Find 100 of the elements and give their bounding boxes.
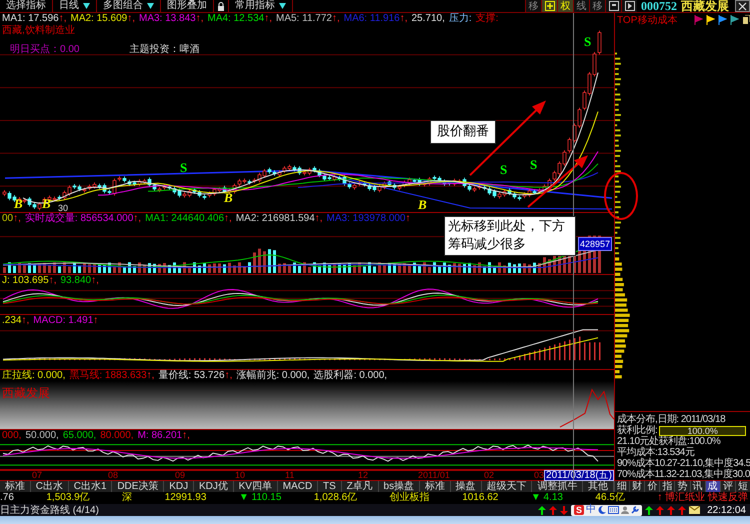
annotation-callout: 股价翻番: [430, 120, 496, 144]
meter-reading: 100.0%: [686, 426, 719, 434]
legend-value: MA1: 244640.406↑,: [145, 213, 232, 224]
axis-date-label: 2011/01: [418, 470, 450, 480]
indicator-tab[interactable]: MACD: [278, 481, 318, 492]
status-value: 深: [122, 492, 132, 504]
indicator-tab[interactable]: KDJ: [164, 481, 194, 492]
axis-date-label: 03: [534, 470, 544, 480]
indicator-tab[interactable]: 标准: [420, 481, 451, 492]
mail-icon[interactable]: [689, 506, 700, 514]
axis-date-label: 08: [108, 470, 118, 480]
legend-value: 000,: [2, 430, 22, 441]
legend-value: 压力:: [448, 13, 472, 24]
user-icon[interactable]: [621, 506, 630, 514]
sell-signal-marker: S: [530, 158, 538, 171]
legend-value: 00↑,: [2, 213, 21, 224]
theme-label: 主题投资：啤酒: [129, 42, 200, 56]
indicator-tab[interactable]: DDE决策: [112, 481, 164, 492]
legend-value: 93.840↑,: [60, 275, 99, 286]
stock-code: 000752: [640, 0, 678, 12]
panel-tab[interactable]: 价: [644, 481, 660, 492]
indicator-tab[interactable]: bs操盘: [378, 481, 420, 492]
axis-date-label: 10: [235, 470, 246, 480]
ime-mode[interactable]: 中: [586, 505, 596, 515]
toolbar-button[interactable]: 权: [557, 0, 573, 12]
moon-icon[interactable]: [598, 506, 606, 514]
legend-value: .234↑,: [2, 315, 30, 326]
close-icon: [738, 2, 747, 10]
wrench-icon[interactable]: [631, 506, 640, 514]
legend-value: 支撑:: [476, 13, 498, 24]
note-icon[interactable]: [742, 15, 750, 25]
indicator-tab[interactable]: 其他: [583, 481, 614, 492]
indicator-tab[interactable]: C出水1: [68, 481, 112, 492]
axis-date-label: 11: [285, 470, 294, 480]
arrow: [527, 155, 588, 208]
plus-icon: [544, 1, 554, 11]
legend-value: 25.710,: [412, 13, 445, 24]
flag-icon[interactable]: [730, 15, 739, 25]
axis-date-label: 12: [358, 470, 368, 480]
legend-value: MA4: 12.534↑,: [208, 13, 272, 24]
toolbar-button[interactable]: 线: [573, 0, 589, 12]
indicator-tab[interactable]: 调整抓牛: [532, 481, 584, 492]
buy-signal-marker: B: [418, 198, 427, 211]
status-value: .76: [0, 492, 14, 504]
sell-signal-marker: S: [584, 35, 592, 48]
ime-logo[interactable]: S: [574, 505, 584, 515]
axis-date-label: 09: [175, 470, 186, 480]
stock-name-label: 西藏发展: [1, 385, 50, 402]
legend-value: MACD: 1.491↑: [33, 315, 98, 326]
panel-tab[interactable]: 势: [674, 481, 690, 492]
legend-value: M: 86.201↑,: [138, 430, 190, 441]
legend-value: MA3: 13.843↑,: [139, 13, 204, 24]
cost-info-text: 平均成本:13.534元: [617, 447, 696, 458]
indicator-tab[interactable]: 超级天下: [482, 481, 532, 492]
buy-point-label: 明日买点：0.00: [10, 42, 80, 56]
ime-toolbar[interactable]: S 中: [571, 504, 642, 516]
toolbar-button[interactable]: 移: [589, 0, 605, 12]
status-value: 1,503.9亿: [46, 492, 90, 504]
lock-icon: [217, 2, 225, 10]
chip-peak-line: [560, 388, 614, 428]
play-icon: [624, 1, 634, 11]
indicator-tab[interactable]: 操盘: [450, 481, 482, 492]
buy-signal-marker: B: [224, 191, 233, 204]
legend-value: 量价线: 53.726↑,: [158, 370, 232, 381]
panel-tab[interactable]: 财: [629, 481, 644, 492]
cost-date-text: 成本分布,日期: 2011/03/18: [617, 414, 726, 425]
status-value: 创业板指: [390, 492, 430, 504]
indicator-tab[interactable]: KV四单: [234, 481, 278, 492]
status-value: 12991.93: [164, 492, 206, 504]
legend-value: 65.000,: [62, 430, 96, 441]
play-button[interactable]: [621, 0, 637, 12]
volume-value-label: 428957: [578, 237, 612, 251]
panel-tab[interactable]: 成: [704, 481, 720, 492]
flag-icon[interactable]: [718, 15, 727, 25]
cost-info-text: 70%成本11.32-21.03,集中度30.0: [617, 469, 750, 480]
indicator-tab[interactable]: 标准: [0, 481, 31, 492]
legend-value: 选股利器: 0.000,: [314, 370, 388, 381]
status-value: ↑ 博汇纸业 快速反弹: [657, 492, 748, 504]
legend-value: 50.000,: [25, 430, 59, 441]
cost-info-text: 90%成本10.27-21.10,集中度34.5: [617, 458, 750, 469]
indicator-tab[interactable]: C出水: [30, 481, 69, 492]
panel-tab[interactable]: 细: [614, 481, 630, 492]
panel-tab[interactable]: 讯: [690, 481, 705, 492]
close-button[interactable]: [735, 0, 750, 12]
toolbar-button[interactable]: 移: [525, 0, 541, 12]
panel-tab[interactable]: 短: [734, 481, 750, 492]
stock-name: 西藏发展: [681, 0, 730, 12]
axis-date-label: 07: [32, 470, 42, 480]
indicator-tab[interactable]: Z卓凡: [342, 481, 379, 492]
low-price-label: 30: [58, 203, 68, 212]
indicator-tab[interactable]: KDJ优: [194, 481, 234, 492]
panel-tab[interactable]: 指: [659, 481, 674, 492]
zoom-in-button[interactable]: [541, 0, 557, 12]
window-button[interactable]: [605, 0, 621, 12]
status-value: ▼ 110.15: [238, 492, 282, 504]
indicator-tab[interactable]: TS: [318, 481, 342, 492]
panel-tab[interactable]: 评: [720, 481, 735, 492]
legend-value: 80.000,: [100, 430, 134, 441]
keyboard-icon[interactable]: [608, 506, 620, 514]
legend-value: 黑马线: 1883.633↑,: [69, 370, 154, 381]
